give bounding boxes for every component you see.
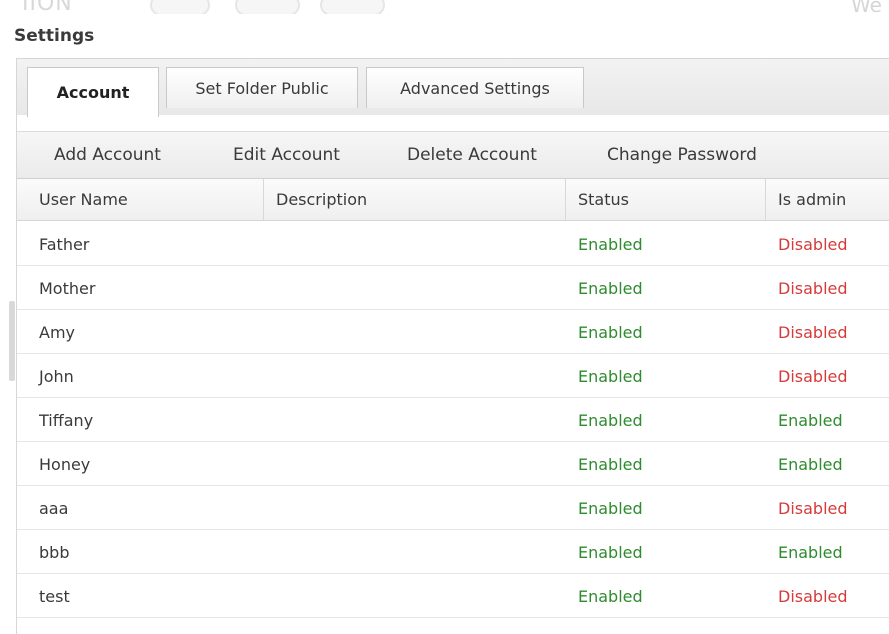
column-header-description[interactable]: Description (264, 179, 566, 220)
table-row[interactable]: aaa Enabled Disabled (17, 486, 889, 530)
cell-status: Enabled (578, 366, 643, 386)
cell-is-admin: Enabled (778, 542, 843, 562)
cell-is-admin: Disabled (778, 586, 848, 606)
table-row[interactable]: test Enabled Disabled (17, 574, 889, 618)
cell-description (264, 310, 276, 354)
account-panel: Add Account Edit Account Delete Account … (9, 115, 889, 634)
table-row[interactable]: Father Enabled Disabled (17, 222, 889, 266)
tab-account[interactable]: Account (27, 67, 159, 117)
cell-username: Honey (39, 454, 91, 474)
cell-is-admin: Disabled (778, 322, 848, 342)
table-header: User Name Description Status Is admin (17, 179, 889, 221)
cell-description (264, 530, 276, 574)
table-row[interactable]: Amy Enabled Disabled (17, 310, 889, 354)
cell-status: Enabled (578, 498, 643, 518)
window-title: Settings (14, 26, 95, 46)
edit-account-button[interactable]: Edit Account (233, 132, 340, 178)
cell-description (264, 266, 276, 310)
cell-description (264, 574, 276, 618)
title-bar: Settings (8, 14, 889, 58)
table-row[interactable]: Honey Enabled Enabled (17, 442, 889, 486)
change-password-button[interactable]: Change Password (607, 132, 757, 178)
cell-is-admin: Disabled (778, 234, 848, 254)
cell-status: Enabled (578, 322, 643, 342)
cell-description (264, 222, 276, 266)
account-toolbar: Add Account Edit Account Delete Account … (17, 131, 889, 179)
cell-description (264, 354, 276, 398)
settings-window: Settings Account Set Folder Public Advan… (8, 14, 889, 634)
table-row[interactable]: John Enabled Disabled (17, 354, 889, 398)
cell-username: Mother (39, 278, 96, 298)
cell-status: Enabled (578, 542, 643, 562)
cell-description (264, 442, 276, 486)
tab-label: Set Folder Public (195, 78, 329, 98)
tab-advanced-settings[interactable]: Advanced Settings (366, 67, 584, 108)
cell-username: Father (39, 234, 90, 254)
cell-username: Amy (39, 322, 75, 342)
cell-is-admin: Disabled (778, 366, 848, 386)
cell-status: Enabled (578, 234, 643, 254)
cell-username: bbb (39, 542, 70, 562)
cell-status: Enabled (578, 454, 643, 474)
cell-username: Tiffany (39, 410, 94, 430)
table-row[interactable]: Mother Enabled Disabled (17, 266, 889, 310)
tab-label: Advanced Settings (400, 78, 550, 98)
column-header-status[interactable]: Status (566, 179, 766, 220)
cell-is-admin: Enabled (778, 454, 843, 474)
cell-is-admin: Disabled (778, 498, 848, 518)
cell-username: aaa (39, 498, 69, 518)
tab-label: Account (56, 83, 130, 102)
cell-username: test (39, 586, 70, 606)
cell-description (264, 398, 276, 442)
cell-username: John (39, 366, 74, 386)
cell-is-admin: Disabled (778, 278, 848, 298)
cell-status: Enabled (578, 586, 643, 606)
add-account-button[interactable]: Add Account (54, 132, 161, 178)
tab-strip: Account Set Folder Public Advanced Setti… (16, 58, 889, 117)
tab-set-folder-public[interactable]: Set Folder Public (166, 67, 358, 108)
delete-account-button[interactable]: Delete Account (407, 132, 537, 178)
table-row[interactable]: Tiffany Enabled Enabled (17, 398, 889, 442)
cell-status: Enabled (578, 410, 643, 430)
column-header-is-admin[interactable]: Is admin (766, 179, 889, 220)
column-header-username[interactable]: User Name (27, 179, 264, 220)
cell-is-admin: Enabled (778, 410, 843, 430)
table-row[interactable]: bbb Enabled Enabled (17, 530, 889, 574)
cell-status: Enabled (578, 278, 643, 298)
cell-description (264, 486, 276, 530)
scrollbar[interactable] (9, 301, 15, 381)
